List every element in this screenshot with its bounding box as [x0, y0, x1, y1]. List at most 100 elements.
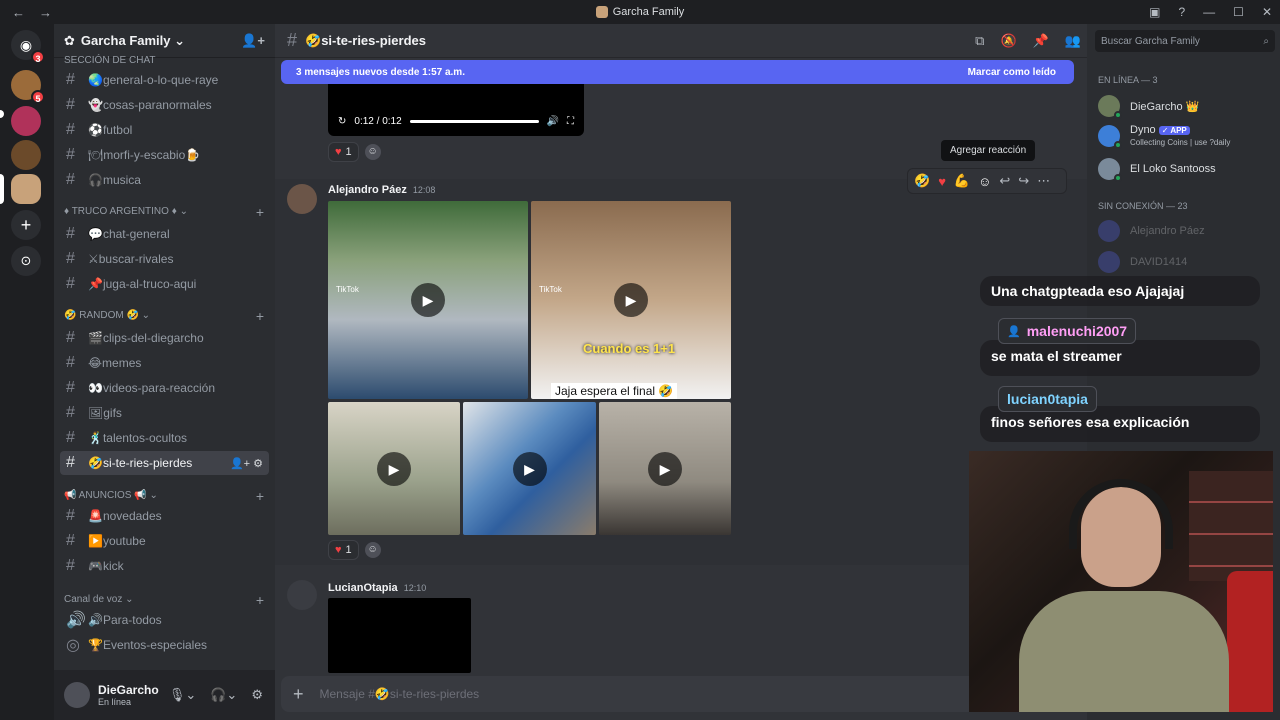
channel-paranormales[interactable]: # 👻cosas-paranormales [60, 93, 269, 117]
channel-morfi[interactable]: # 🍽morfi-y-escabio🍺 [60, 143, 269, 167]
user-name: DieGarcho [98, 683, 159, 697]
headphones-icon[interactable]: 🎧⌄ [210, 687, 237, 703]
more-icon[interactable]: ⋯ [1037, 173, 1050, 189]
channel-futbol[interactable]: # ⚽futbol [60, 118, 269, 142]
video-thumbnail[interactable]: ▶ [599, 402, 731, 535]
voice-para-todos[interactable]: 🔊 🔊Para-todos [60, 608, 269, 632]
inbox-icon[interactable]: ▣ [1149, 5, 1160, 19]
video-thumbnail[interactable]: ▶ [463, 402, 596, 535]
forward-icon[interactable]: ↪ [1018, 173, 1029, 189]
channel-chat-general[interactable]: # 💬chat-general [60, 222, 269, 246]
invite-people-icon[interactable]: 👤+ [241, 33, 265, 49]
channel-youtube[interactable]: # ▶️youtube [60, 529, 269, 553]
channel-settings-icon[interactable]: 👤+ ⚙ [230, 457, 263, 470]
add-channel-icon[interactable]: + [256, 308, 264, 324]
avatar[interactable] [287, 580, 317, 610]
category-truco[interactable]: ♦ TRUCO ARGENTINO ♦ ⌄ + [64, 204, 264, 220]
channel-novedades[interactable]: # 🚨novedades [60, 504, 269, 528]
microphone-icon[interactable]: 🎙⌄ [169, 687, 196, 703]
category-random[interactable]: 🤣 RANDOM 🤣 ⌄ + [64, 308, 264, 324]
add-channel-icon[interactable]: + [256, 488, 264, 504]
server-avatar-2[interactable] [11, 106, 41, 136]
channel-juga-truco[interactable]: # 📌juga-al-truco-aqui [60, 272, 269, 296]
heart-reaction[interactable]: ♥ 1 [328, 540, 359, 560]
channel-talentos[interactable]: # 🕺talentos-ocultos [60, 426, 269, 450]
threads-icon[interactable]: ⧉ [975, 33, 984, 49]
member-item[interactable]: DieGarcho 👑 [1098, 95, 1199, 119]
reaction-row: ♥ 1 ☺ [328, 540, 381, 560]
guild-header[interactable]: ✿ Garcha Family ⌄ 👤+ [54, 24, 275, 58]
add-reaction-icon[interactable]: ☺ [978, 174, 991, 189]
discover-icon[interactable]: ⊙ [11, 246, 41, 276]
add-reaction-icon[interactable]: ☺ [364, 542, 381, 558]
notification-bell-icon[interactable]: 🔕 [1000, 33, 1016, 49]
message-composer[interactable]: + Mensaje #🤣si-te-ries-pierdes 🎁 [281, 676, 1081, 712]
video-thumbnail[interactable]: ▶ [328, 402, 460, 535]
back-arrow-icon[interactable]: ← [12, 5, 25, 20]
play-icon[interactable]: ▶ [648, 451, 682, 486]
search-input[interactable]: Buscar Garcha Family ⌕ [1095, 30, 1275, 52]
video-player[interactable]: ↻ 0:12 / 0:12 🔊 ⛶ [328, 84, 584, 136]
channel-gifs[interactable]: # 🖼gifs [60, 401, 269, 425]
member-item[interactable]: Alejandro Páez [1098, 220, 1205, 242]
channel-musica[interactable]: # 🎧musica [60, 168, 269, 192]
video-thumbnail[interactable]: TikTok ▶ Cuando es 1+1 Jaja espera el fi… [531, 201, 731, 399]
channel-general[interactable]: # 🌏general-o-lo-que-raye [60, 68, 269, 92]
channel-buscar-rivales[interactable]: # ⚔buscar-rivales [60, 247, 269, 271]
hash-icon: # [66, 225, 75, 242]
add-channel-icon[interactable]: + [256, 592, 264, 608]
category-chat[interactable]: SECCIÓN DE CHAT [64, 55, 264, 66]
video-embed[interactable] [328, 598, 471, 673]
maximize-button[interactable]: ☐ [1233, 5, 1244, 19]
category-anuncios[interactable]: 📢 ANUNCIOS 📢 ⌄ + [64, 488, 264, 504]
member-item[interactable]: Dyno ✓ APP Collecting Coins | use ?daily [1098, 124, 1230, 149]
fullscreen-icon[interactable]: ⛶ [567, 116, 574, 127]
channel-kick[interactable]: # 🎮kick [60, 554, 269, 578]
channel-si-te-ries-pierdes[interactable]: # 🤣si-te-ries-pierdes 👤+ ⚙ [60, 451, 269, 475]
play-icon[interactable]: ▶ [512, 451, 547, 486]
server-avatar-1[interactable]: 5 [11, 70, 45, 104]
avatar[interactable] [64, 682, 90, 708]
new-messages-bar[interactable]: 3 mensajes nuevos desde 1:57 a.m. Marcar… [281, 60, 1074, 84]
heart-reaction[interactable]: ♥ 1 [328, 142, 359, 162]
channel-videos-reaccion[interactable]: # 👀videos-para-reacción [60, 376, 269, 400]
channel-memes[interactable]: # 😂memes [60, 351, 269, 375]
play-icon[interactable]: ▶ [614, 283, 648, 317]
gear-icon[interactable]: ⚙ [251, 687, 263, 703]
close-button[interactable]: ✕ [1262, 5, 1272, 19]
help-icon[interactable]: ? [1178, 5, 1185, 19]
add-server-icon[interactable]: + [11, 210, 41, 240]
member-list-icon[interactable]: 👥 [1065, 33, 1081, 49]
add-channel-icon[interactable]: + [256, 204, 264, 220]
play-icon[interactable]: ▶ [377, 451, 411, 486]
member-item[interactable]: El Loko Santooss [1098, 158, 1216, 182]
minimize-button[interactable]: — [1203, 5, 1215, 19]
muscle-emoji-icon[interactable]: 💪 [954, 173, 970, 189]
server-avatar-3[interactable] [11, 140, 41, 170]
pin-icon[interactable]: 📌 [1033, 33, 1049, 49]
category-label: Canal de voz ⌄ [64, 594, 134, 605]
channel-clips[interactable]: # 🎬clips-del-diegarcho [60, 326, 269, 350]
reply-icon[interactable]: ↩ [999, 173, 1010, 189]
add-reaction-icon[interactable]: ☺ [364, 144, 381, 160]
discord-home-icon[interactable]: ◉ 3 [11, 30, 45, 64]
play-icon[interactable]: ▶ [411, 283, 445, 317]
volume-icon[interactable]: 🔊 [547, 116, 559, 127]
server-avatar-garcha[interactable] [11, 174, 41, 204]
progress-bar[interactable] [409, 119, 539, 123]
replay-icon[interactable]: ↻ [338, 116, 346, 127]
video-thumbnail[interactable]: TikTok ▶ [328, 201, 528, 399]
channel-label: 😂memes [88, 356, 142, 370]
heart-emoji-icon[interactable]: ♥ [938, 174, 946, 189]
attach-plus-icon[interactable]: + [293, 684, 304, 705]
channel-label: 🌏general-o-lo-que-raye [88, 73, 219, 87]
forward-arrow-icon[interactable]: → [39, 5, 52, 20]
avatar[interactable] [287, 184, 317, 214]
message-author[interactable]: LucianOtapia 12:10 [328, 582, 426, 594]
member-item[interactable]: DAVID1414 [1098, 251, 1187, 273]
message-author[interactable]: Alejandro Páez 12:08 [328, 184, 435, 196]
mark-read-button[interactable]: Marcar como leído [968, 67, 1056, 78]
category-voz[interactable]: Canal de voz ⌄ + [64, 592, 264, 608]
stage-eventos[interactable]: ◎ 🏆Eventos-especiales [60, 633, 269, 657]
rofl-emoji-icon[interactable]: 🤣 [914, 173, 930, 189]
